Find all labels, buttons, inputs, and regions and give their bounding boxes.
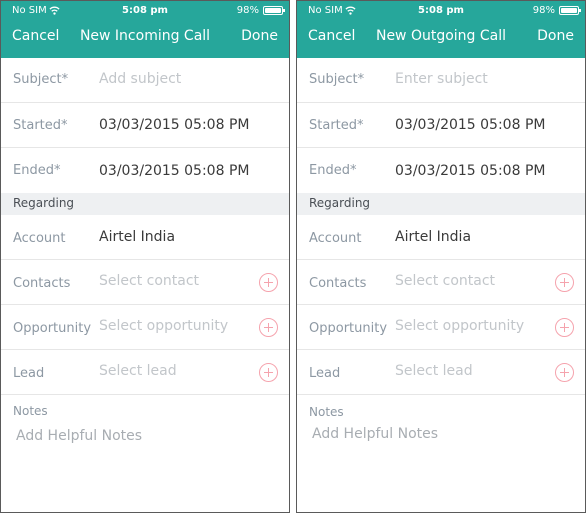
ended-label: Ended* <box>13 163 61 178</box>
regarding-section-header: Regarding <box>297 193 585 215</box>
subject-label: Subject* <box>309 72 365 87</box>
outgoing-call-screen: No SIM 5:08 pm 98% Cancel New Outgoing C… <box>296 0 586 513</box>
ended-row[interactable]: Ended* 03/03/2015 05:08 PM <box>1 148 289 193</box>
notes-label: Notes <box>309 405 344 419</box>
battery-icon <box>559 6 581 15</box>
started-row[interactable]: Started* 03/03/2015 05:08 PM <box>297 103 585 148</box>
regarding-label: Regarding <box>309 196 371 210</box>
lead-input[interactable]: Select lead <box>395 363 473 379</box>
battery-percent: 98% <box>236 5 259 16</box>
subject-row[interactable]: Subject* Enter subject <box>297 58 585 103</box>
started-label: Started* <box>13 118 68 133</box>
account-value[interactable]: Airtel India <box>99 229 175 245</box>
started-value[interactable]: 03/03/2015 05:08 PM <box>99 117 249 133</box>
add-opportunity-icon[interactable] <box>259 318 278 337</box>
contacts-label: Contacts <box>13 276 71 291</box>
subject-input[interactable]: Add subject <box>99 71 181 87</box>
opportunity-row[interactable]: Opportunity Select opportunity <box>297 305 585 350</box>
top-bar: No SIM 5:08 pm 98% Cancel New Outgoing C… <box>297 1 585 58</box>
account-row[interactable]: Account Airtel India <box>1 215 289 260</box>
regarding-label: Regarding <box>13 196 75 210</box>
opportunity-label: Opportunity <box>309 321 388 336</box>
battery-percent: 98% <box>532 5 555 16</box>
add-contact-icon[interactable] <box>259 273 278 292</box>
add-opportunity-icon[interactable] <box>555 318 574 337</box>
notes-input[interactable]: Add Helpful Notes <box>16 428 142 444</box>
contacts-row[interactable]: Contacts Select contact <box>297 260 585 305</box>
account-row[interactable]: Account Airtel India <box>297 215 585 260</box>
done-button[interactable]: Done <box>537 28 574 44</box>
add-contact-icon[interactable] <box>555 273 574 292</box>
top-bar: No SIM 5:08 pm 98% Cancel New Incoming C… <box>1 1 289 58</box>
account-value[interactable]: Airtel India <box>395 229 471 245</box>
ended-label: Ended* <box>309 163 357 178</box>
lead-label: Lead <box>309 366 341 381</box>
started-row[interactable]: Started* 03/03/2015 05:08 PM <box>1 103 289 148</box>
done-button[interactable]: Done <box>241 28 278 44</box>
ended-row[interactable]: Ended* 03/03/2015 05:08 PM <box>297 148 585 193</box>
opportunity-input[interactable]: Select opportunity <box>99 318 228 334</box>
add-lead-icon[interactable] <box>555 363 574 382</box>
opportunity-label: Opportunity <box>13 321 92 336</box>
ended-value[interactable]: 03/03/2015 05:08 PM <box>99 163 249 179</box>
subject-label: Subject* <box>13 72 69 87</box>
started-value[interactable]: 03/03/2015 05:08 PM <box>395 117 545 133</box>
contacts-label: Contacts <box>309 276 367 291</box>
subject-row[interactable]: Subject* Add subject <box>1 58 289 103</box>
contacts-input[interactable]: Select contact <box>395 273 495 289</box>
add-lead-icon[interactable] <box>259 363 278 382</box>
notes-label: Notes <box>13 404 48 418</box>
regarding-section-header: Regarding <box>1 193 289 215</box>
lead-row[interactable]: Lead Select lead <box>1 350 289 395</box>
account-label: Account <box>13 231 66 246</box>
lead-input[interactable]: Select lead <box>99 363 177 379</box>
ended-value[interactable]: 03/03/2015 05:08 PM <box>395 163 545 179</box>
notes-input[interactable]: Add Helpful Notes <box>312 426 438 442</box>
opportunity-row[interactable]: Opportunity Select opportunity <box>1 305 289 350</box>
subject-input[interactable]: Enter subject <box>395 71 488 87</box>
contacts-input[interactable]: Select contact <box>99 273 199 289</box>
contacts-row[interactable]: Contacts Select contact <box>1 260 289 305</box>
lead-label: Lead <box>13 366 45 381</box>
account-label: Account <box>309 231 362 246</box>
incoming-call-screen: No SIM 5:08 pm 98% Cancel New Incoming C… <box>0 0 290 513</box>
battery-icon <box>263 6 285 15</box>
lead-row[interactable]: Lead Select lead <box>297 350 585 395</box>
started-label: Started* <box>309 118 364 133</box>
opportunity-input[interactable]: Select opportunity <box>395 318 524 334</box>
